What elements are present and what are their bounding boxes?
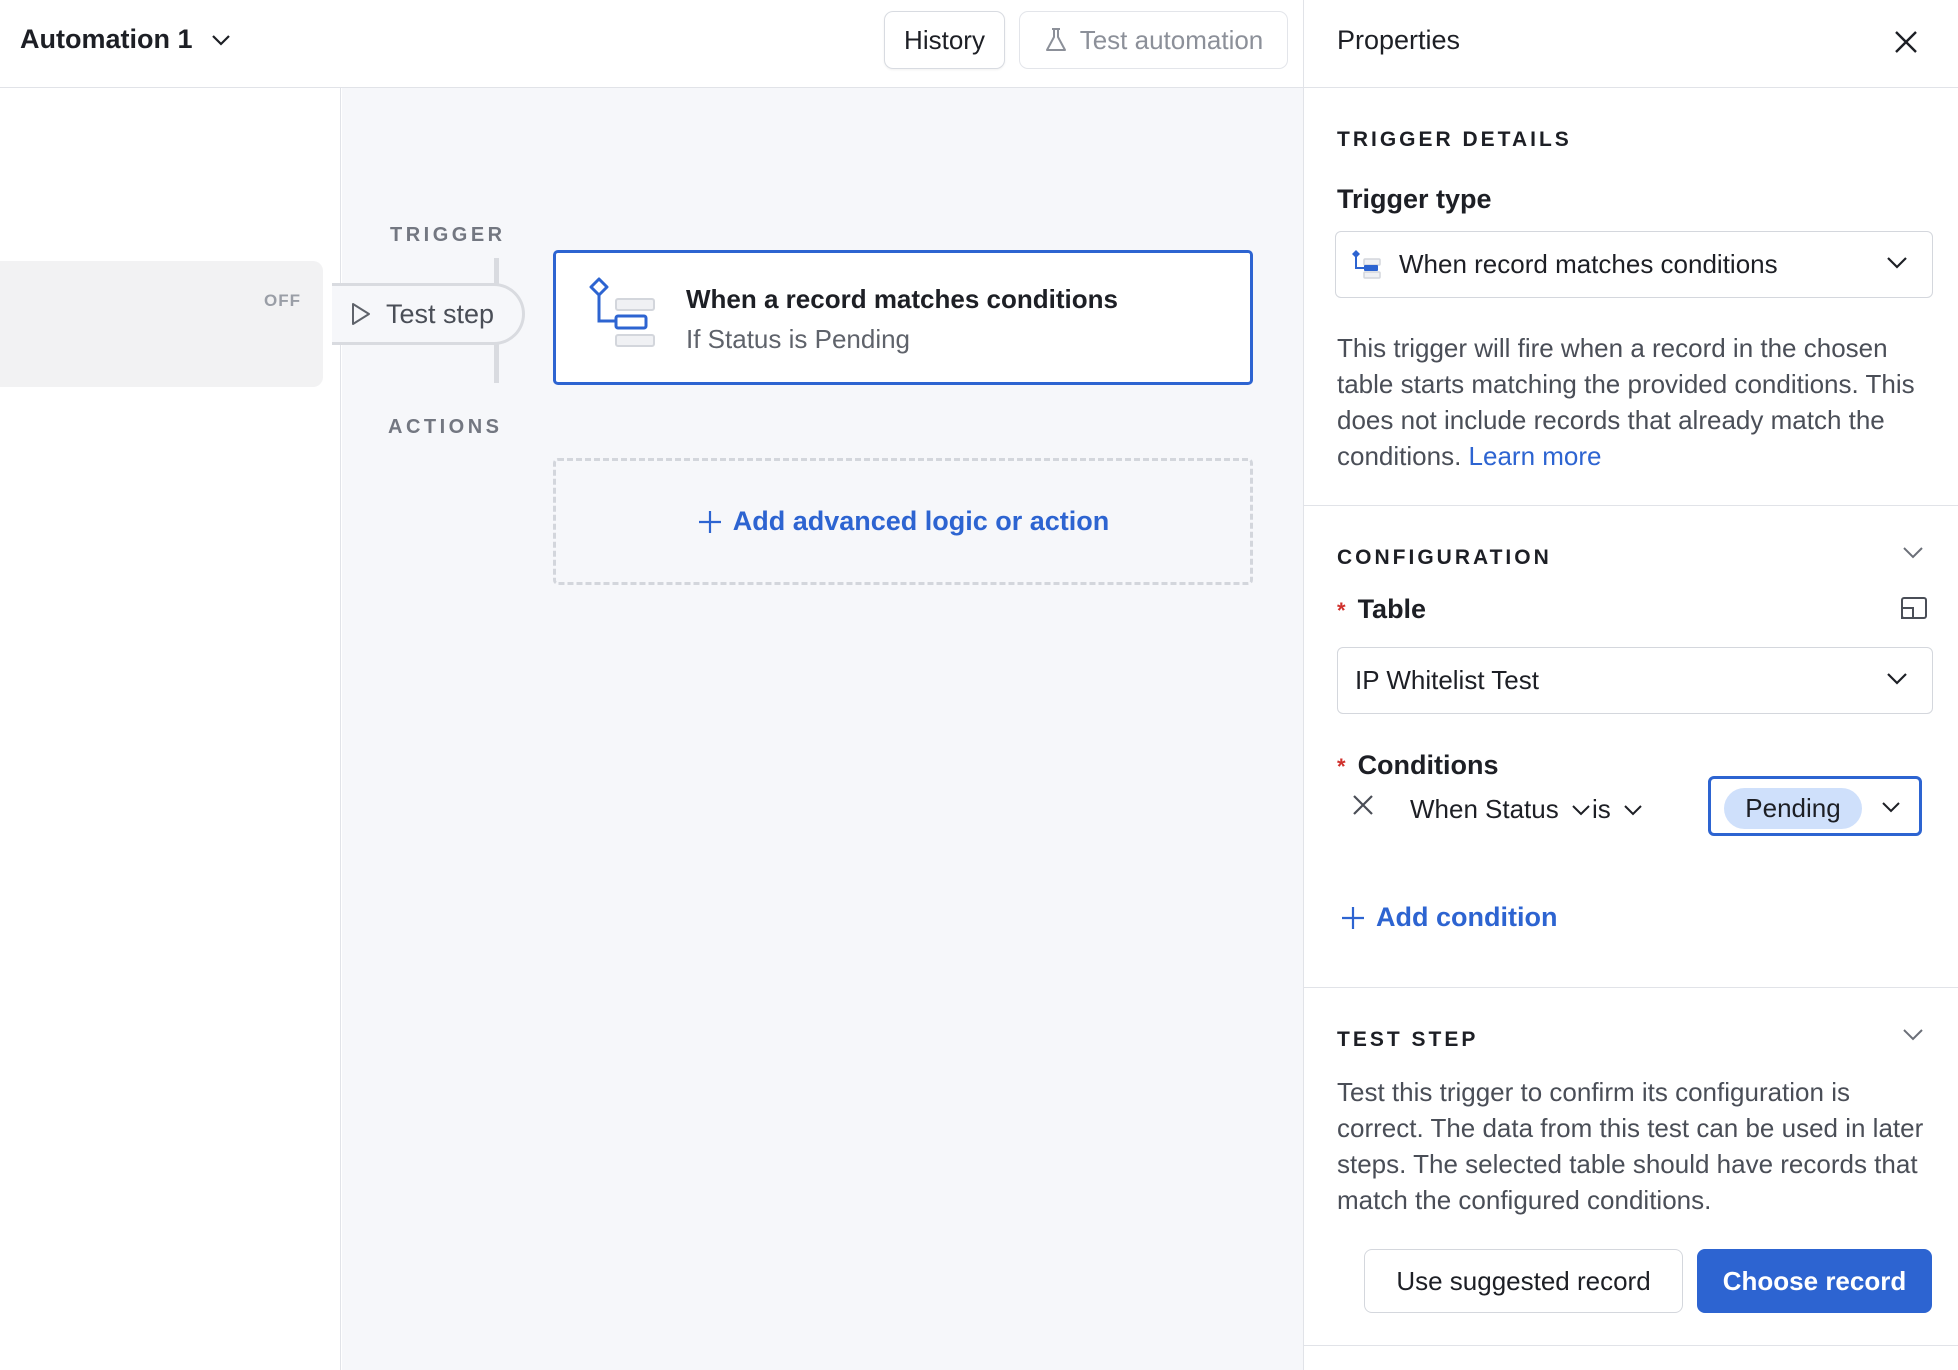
top-bar: Automation 1 History Test automation	[0, 0, 1303, 88]
configuration-heading: CONFIGURATION	[1337, 546, 1552, 569]
play-icon	[352, 303, 370, 325]
trigger-type-label: Trigger type	[1337, 184, 1492, 214]
choose-record-label: Choose record	[1722, 1265, 1907, 1296]
test-step-button[interactable]: Test step	[332, 283, 525, 345]
automation-list: OFF	[0, 88, 341, 1370]
trigger-description: This trigger will fire when a record in …	[1337, 330, 1937, 474]
flask-icon	[1045, 28, 1066, 51]
trigger-details-heading: TRIGGER DETAILS	[1337, 128, 1572, 151]
test-step-label: Test step	[386, 298, 495, 329]
use-suggested-record-button[interactable]: Use suggested record	[1364, 1249, 1683, 1313]
condition-operator-select[interactable]: is	[1592, 794, 1643, 825]
section-divider	[1304, 505, 1958, 506]
condition-operator-value: is	[1592, 794, 1611, 824]
condition-value-select[interactable]: Pending	[1708, 776, 1922, 836]
connector-line	[494, 258, 499, 286]
remove-condition-icon[interactable]	[1348, 790, 1378, 820]
condition-value-pill: Pending	[1724, 788, 1862, 829]
plus-icon	[1342, 906, 1364, 929]
choose-record-button[interactable]: Choose record	[1697, 1249, 1932, 1313]
workflow-canvas: TRIGGER Test step ACTIONS When a record …	[332, 88, 1303, 1370]
properties-header: Properties	[1304, 0, 1958, 88]
chevron-down-icon	[1887, 257, 1907, 269]
history-label: History	[904, 24, 985, 55]
condition-when-label: When	[1410, 794, 1478, 824]
test-step-heading: TEST STEP	[1337, 1028, 1479, 1051]
test-automation-button[interactable]: Test automation	[1019, 11, 1288, 69]
chevron-down-icon	[1624, 804, 1642, 815]
trigger-type-select[interactable]: When record matches conditions	[1335, 231, 1933, 298]
table-label: * Table	[1337, 594, 1426, 625]
automation-name-dropdown[interactable]: Automation 1	[20, 24, 231, 55]
connector-line	[494, 343, 499, 383]
chevron-down-icon	[1572, 804, 1590, 815]
test-automation-label: Test automation	[1079, 24, 1264, 55]
table-select-value: IP Whitelist Test	[1355, 665, 1539, 695]
close-icon[interactable]	[1888, 24, 1924, 60]
trigger-card-title: When a record matches conditions	[686, 284, 1118, 314]
chevron-down-icon[interactable]	[1902, 1028, 1924, 1042]
automation-list-item[interactable]: OFF	[0, 261, 323, 387]
condition-value-text: Pending	[1745, 793, 1841, 823]
chevron-down-icon	[211, 34, 230, 46]
test-step-description: Test this trigger to confirm its configu…	[1337, 1077, 1924, 1215]
chevron-down-icon	[1882, 802, 1900, 813]
trigger-card[interactable]: When a record matches conditions If Stat…	[553, 250, 1253, 385]
expand-view-icon[interactable]	[1900, 596, 1928, 620]
record-conditions-icon	[589, 277, 655, 347]
add-action-button[interactable]: Add advanced logic or action	[553, 458, 1253, 585]
trigger-type-icon	[1352, 249, 1381, 279]
condition-field-select[interactable]: Status	[1485, 794, 1591, 825]
add-condition-button[interactable]: Add condition	[1340, 902, 1557, 933]
table-label-text: Table	[1357, 594, 1427, 624]
trigger-section-label: TRIGGER	[390, 224, 506, 246]
properties-panel: Properties TRIGGER DETAILS Trigger type …	[1303, 0, 1958, 1370]
automation-name: Automation 1	[20, 24, 193, 54]
section-divider	[1304, 1345, 1958, 1346]
learn-more-link[interactable]: Learn more	[1469, 441, 1602, 471]
table-select[interactable]: IP Whitelist Test	[1337, 647, 1933, 714]
add-condition-label: Add condition	[1376, 902, 1558, 932]
add-action-label: Add advanced logic or action	[732, 506, 1110, 536]
trigger-description-text: This trigger will fire when a record in …	[1337, 333, 1915, 471]
chevron-down-icon[interactable]	[1902, 546, 1924, 560]
trigger-card-subtitle: If Status is Pending	[686, 324, 911, 354]
actions-section-label: ACTIONS	[388, 416, 503, 438]
use-suggested-record-label: Use suggested record	[1396, 1265, 1651, 1296]
history-button[interactable]: History	[884, 11, 1005, 69]
plus-icon	[698, 510, 721, 533]
section-divider	[1304, 987, 1958, 988]
condition-field-value: Status	[1485, 794, 1559, 824]
chevron-down-icon	[1887, 673, 1907, 685]
status-badge: OFF	[264, 291, 301, 310]
properties-title: Properties	[1337, 25, 1461, 55]
required-marker: *	[1337, 598, 1346, 623]
trigger-type-value: When record matches conditions	[1399, 249, 1778, 279]
